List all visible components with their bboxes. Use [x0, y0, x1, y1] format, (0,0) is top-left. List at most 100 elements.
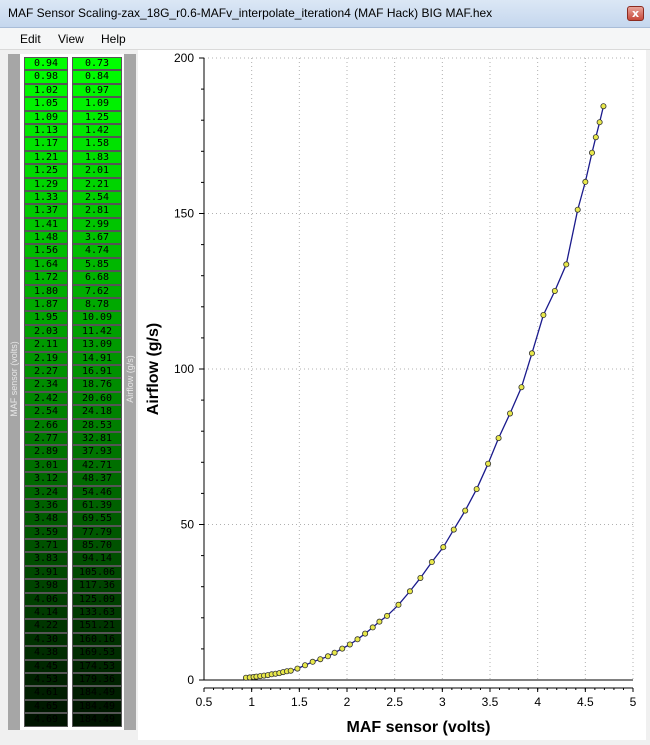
- airflow-cell[interactable]: 32.81: [72, 431, 122, 446]
- voltage-cell[interactable]: 1.56: [24, 244, 68, 258]
- airflow-cell[interactable]: 54.46: [72, 485, 122, 499]
- voltage-cell[interactable]: 1.48: [24, 231, 68, 245]
- airflow-cell[interactable]: 94.14: [72, 552, 122, 566]
- voltage-cell[interactable]: 2.11: [24, 338, 68, 352]
- voltage-cell[interactable]: 1.13: [24, 123, 68, 138]
- airflow-cell[interactable]: 2.54: [72, 190, 122, 205]
- voltage-cell[interactable]: 2.34: [24, 378, 68, 392]
- airflow-cell[interactable]: 1.83: [72, 150, 122, 165]
- airflow-cell[interactable]: 77.79: [72, 525, 122, 540]
- airflow-cell[interactable]: 0.84: [72, 70, 122, 84]
- airflow-cell[interactable]: 1.09: [72, 97, 122, 111]
- voltage-cell[interactable]: 2.89: [24, 445, 68, 459]
- voltage-cell[interactable]: 4.53: [24, 672, 68, 687]
- voltage-cell[interactable]: 4.69: [24, 713, 68, 727]
- airflow-cell[interactable]: 3.67: [72, 231, 122, 245]
- airflow-cell[interactable]: 13.09: [72, 338, 122, 352]
- airflow-cell[interactable]: 184.49: [72, 713, 122, 727]
- airflow-cell[interactable]: 42.71: [72, 458, 122, 473]
- voltage-cell[interactable]: 1.33: [24, 190, 68, 205]
- voltage-cell[interactable]: 1.80: [24, 284, 68, 299]
- airflow-cell[interactable]: 117.36: [72, 579, 122, 593]
- airflow-cell[interactable]: 2.81: [72, 204, 122, 218]
- airflow-cell[interactable]: 151.21: [72, 619, 122, 633]
- airflow-cell[interactable]: 4.74: [72, 244, 122, 258]
- voltage-cell[interactable]: 1.37: [24, 204, 68, 218]
- airflow-cell[interactable]: 133.63: [72, 606, 122, 620]
- airflow-cell[interactable]: 14.91: [72, 351, 122, 365]
- airflow-cell[interactable]: 160.16: [72, 632, 122, 647]
- airflow-cell[interactable]: 2.01: [72, 164, 122, 178]
- voltage-cell[interactable]: 4.14: [24, 606, 68, 620]
- voltage-cell[interactable]: 1.17: [24, 137, 68, 151]
- airflow-cell[interactable]: 10.09: [72, 311, 122, 325]
- voltage-cell[interactable]: 1.29: [24, 177, 68, 191]
- menu-view[interactable]: View: [58, 32, 84, 46]
- close-button[interactable]: x: [627, 6, 644, 21]
- airflow-cell[interactable]: 169.53: [72, 646, 122, 660]
- airflow-cell[interactable]: 48.37: [72, 472, 122, 486]
- voltage-cell[interactable]: 3.48: [24, 512, 68, 526]
- voltage-cell[interactable]: 1.87: [24, 298, 68, 312]
- airflow-cell[interactable]: 20.60: [72, 391, 122, 406]
- airflow-cell[interactable]: 0.97: [72, 83, 122, 98]
- menu-edit[interactable]: Edit: [20, 32, 41, 46]
- voltage-cell[interactable]: 3.24: [24, 485, 68, 499]
- voltage-cell[interactable]: 3.91: [24, 565, 68, 580]
- airflow-cell[interactable]: 69.55: [72, 512, 122, 526]
- airflow-cell[interactable]: 11.42: [72, 324, 122, 339]
- voltage-cell[interactable]: 4.65: [24, 699, 68, 714]
- voltage-cell[interactable]: 0.98: [24, 70, 68, 84]
- voltage-cell[interactable]: 2.77: [24, 431, 68, 446]
- airflow-cell[interactable]: 7.62: [72, 284, 122, 299]
- airflow-cell[interactable]: 18.76: [72, 378, 122, 392]
- airflow-cell[interactable]: 0.73: [72, 57, 122, 71]
- voltage-cell[interactable]: 4.22: [24, 619, 68, 633]
- airflow-cell[interactable]: 16.91: [72, 364, 122, 379]
- voltage-cell[interactable]: 4.45: [24, 659, 68, 673]
- voltage-cell[interactable]: 2.66: [24, 418, 68, 432]
- voltage-cell[interactable]: 2.42: [24, 391, 68, 406]
- voltage-cell[interactable]: 1.02: [24, 83, 68, 98]
- voltage-cell[interactable]: 3.12: [24, 472, 68, 486]
- voltage-cell[interactable]: 1.95: [24, 311, 68, 325]
- voltage-cell[interactable]: 3.83: [24, 552, 68, 566]
- airflow-cell[interactable]: 125.09: [72, 592, 122, 607]
- airflow-cell[interactable]: 2.99: [72, 217, 122, 232]
- airflow-cell[interactable]: 85.70: [72, 539, 122, 553]
- voltage-cell[interactable]: 2.27: [24, 364, 68, 379]
- airflow-cell[interactable]: 8.78: [72, 298, 122, 312]
- airflow-cell[interactable]: 1.42: [72, 123, 122, 138]
- voltage-cell[interactable]: 1.41: [24, 217, 68, 232]
- voltage-cell[interactable]: 3.36: [24, 498, 68, 513]
- voltage-cell[interactable]: 1.25: [24, 164, 68, 178]
- voltage-cell[interactable]: 3.59: [24, 525, 68, 540]
- menu-help[interactable]: Help: [101, 32, 126, 46]
- airflow-cell[interactable]: 174.53: [72, 659, 122, 673]
- airflow-cell[interactable]: 1.25: [72, 110, 122, 124]
- voltage-cell[interactable]: 1.64: [24, 257, 68, 272]
- airflow-cell[interactable]: 5.85: [72, 257, 122, 272]
- voltage-cell[interactable]: 0.94: [24, 57, 68, 71]
- voltage-cell[interactable]: 2.54: [24, 405, 68, 419]
- airflow-cell[interactable]: 179.36: [72, 672, 122, 687]
- voltage-cell[interactable]: 4.06: [24, 592, 68, 607]
- airflow-cell[interactable]: 37.93: [72, 445, 122, 459]
- airflow-cell[interactable]: 1.58: [72, 137, 122, 151]
- voltage-cell[interactable]: 3.01: [24, 458, 68, 473]
- airflow-cell[interactable]: 184.49: [72, 686, 122, 700]
- voltage-cell[interactable]: 4.61: [24, 686, 68, 700]
- voltage-cell[interactable]: 1.21: [24, 150, 68, 165]
- airflow-cell[interactable]: 184.49: [72, 699, 122, 714]
- voltage-cell[interactable]: 4.30: [24, 632, 68, 647]
- voltage-cell[interactable]: 1.72: [24, 271, 68, 285]
- airflow-cell[interactable]: 61.39: [72, 498, 122, 513]
- airflow-cell[interactable]: 105.06: [72, 565, 122, 580]
- voltage-cell[interactable]: 2.03: [24, 324, 68, 339]
- voltage-cell[interactable]: 3.98: [24, 579, 68, 593]
- voltage-cell[interactable]: 2.19: [24, 351, 68, 365]
- voltage-cell[interactable]: 4.38: [24, 646, 68, 660]
- airflow-cell[interactable]: 2.21: [72, 177, 122, 191]
- voltage-cell[interactable]: 1.05: [24, 97, 68, 111]
- airflow-cell[interactable]: 24.18: [72, 405, 122, 419]
